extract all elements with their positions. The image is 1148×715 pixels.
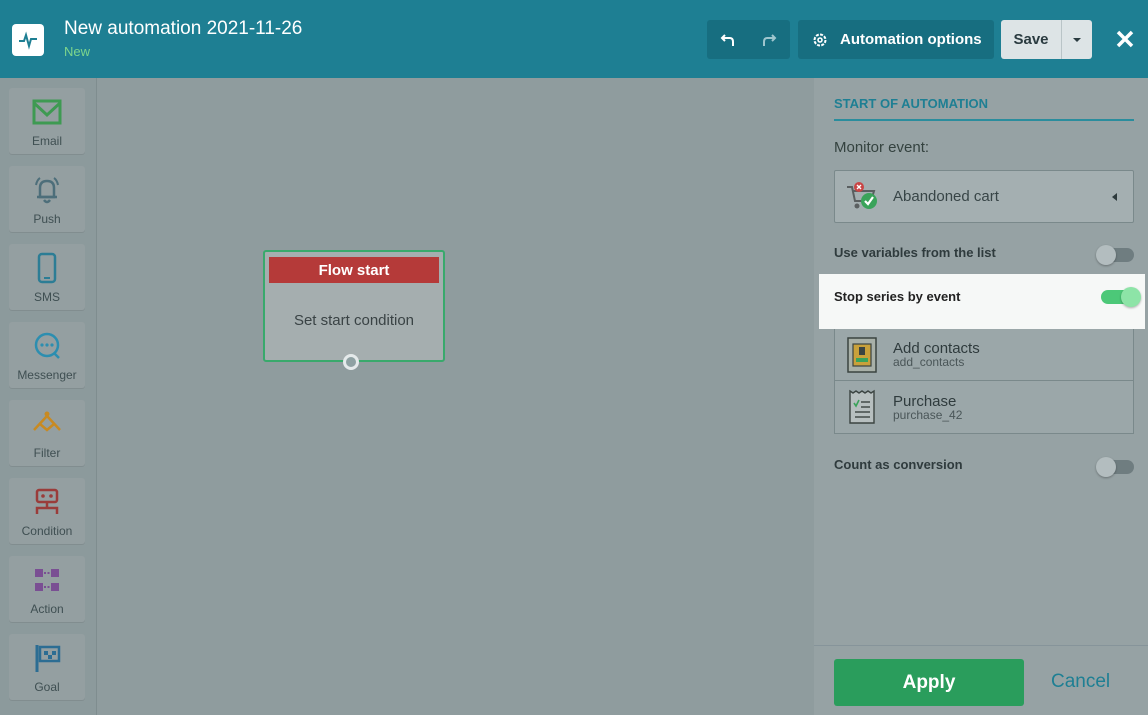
tool-label: Goal: [34, 680, 60, 694]
undo-icon: [720, 33, 734, 46]
monitor-event-select[interactable]: Abandoned cart: [834, 170, 1134, 223]
cancel-button[interactable]: Cancel: [1051, 671, 1110, 693]
event-name: Add contacts: [893, 340, 980, 357]
caret-left-icon: [1112, 192, 1117, 201]
filter-icon: [33, 411, 61, 432]
node-output-port[interactable]: [343, 354, 359, 370]
automation-options-button[interactable]: Automation options: [798, 20, 994, 59]
app-header: New automation 2021-11-26 New Automation…: [0, 0, 1148, 78]
tool-push[interactable]: Push: [9, 166, 85, 232]
automation-title[interactable]: New automation 2021-11-26: [64, 18, 302, 40]
gear-icon: [813, 33, 827, 46]
automation-status: New: [64, 44, 91, 59]
count-conversion-label: Count as conversion: [834, 457, 963, 472]
tool-label: Email: [31, 134, 62, 148]
tool-label: Action: [30, 602, 64, 616]
bell-icon: [35, 177, 59, 204]
add-contacts-icon: [847, 336, 877, 373]
redo-icon: [763, 33, 777, 46]
envelope-icon: [32, 99, 62, 125]
close-icon: [1116, 30, 1134, 48]
settings-panel: START OF AUTOMATION Monitor event: Aband…: [814, 78, 1148, 715]
stop-series-label: Stop series by event: [834, 289, 961, 304]
stop-series-toggle[interactable]: [1101, 287, 1141, 307]
close-button[interactable]: [1110, 24, 1140, 54]
receipt-icon: [849, 389, 875, 424]
event-code: purchase_42: [893, 407, 963, 422]
tool-action[interactable]: Action: [9, 556, 85, 622]
element-toolbar: Email Push SMS Messenger Filter Conditio…: [0, 78, 97, 715]
node-title: Flow start: [269, 257, 439, 283]
event-name: Purchase: [893, 392, 957, 410]
save-button[interactable]: Save: [1001, 20, 1061, 59]
monitor-event-label: Monitor event:: [834, 139, 930, 156]
tool-condition[interactable]: Condition: [9, 478, 85, 544]
save-dropdown-button[interactable]: [1061, 20, 1092, 59]
stop-events-list: Add contacts add_contacts Purchase purch…: [834, 328, 1134, 434]
tool-goal[interactable]: Goal: [9, 634, 85, 700]
use-variables-label: Use variables from the list: [834, 245, 996, 260]
monitor-event-value: Abandoned cart: [893, 188, 999, 205]
phone-icon: [37, 252, 57, 284]
flow-start-node[interactable]: Flow start Set start condition: [263, 250, 445, 370]
divider: [834, 119, 1134, 121]
condition-icon: [35, 488, 59, 514]
tool-sms[interactable]: SMS: [9, 244, 85, 310]
tool-messenger[interactable]: Messenger: [9, 322, 85, 388]
automation-logo-icon: [12, 24, 44, 56]
tool-label: Condition: [21, 524, 73, 538]
event-code: add_contacts: [893, 355, 965, 369]
automation-options-label: Automation options: [840, 31, 982, 48]
use-variables-toggle[interactable]: [1096, 245, 1134, 265]
panel-title: START OF AUTOMATION: [834, 96, 989, 111]
action-icon: [35, 569, 59, 591]
node-body: Set start condition: [293, 312, 415, 329]
tool-email[interactable]: Email: [9, 88, 85, 154]
tool-label: Push: [33, 212, 61, 226]
event-item-add-contacts[interactable]: Add contacts add_contacts: [834, 328, 1134, 381]
count-conversion-toggle[interactable]: [1096, 457, 1134, 477]
panel-footer: Apply Cancel: [814, 645, 1148, 715]
chat-icon: [34, 332, 60, 359]
flag-icon: [35, 645, 61, 672]
apply-button[interactable]: Apply: [834, 659, 1024, 706]
stop-series-row: Stop series by event: [819, 274, 1145, 329]
redo-button[interactable]: [749, 20, 791, 59]
tool-filter[interactable]: Filter: [9, 400, 85, 466]
chevron-down-icon: [1073, 37, 1081, 42]
cart-icon: [847, 181, 877, 209]
tool-label: SMS: [33, 290, 60, 304]
history-buttons: [707, 20, 790, 59]
tool-label: Filter: [33, 446, 61, 460]
event-item-purchase[interactable]: Purchase purchase_42: [834, 381, 1134, 434]
tool-label: Messenger: [17, 368, 77, 382]
undo-button[interactable]: [707, 20, 749, 59]
